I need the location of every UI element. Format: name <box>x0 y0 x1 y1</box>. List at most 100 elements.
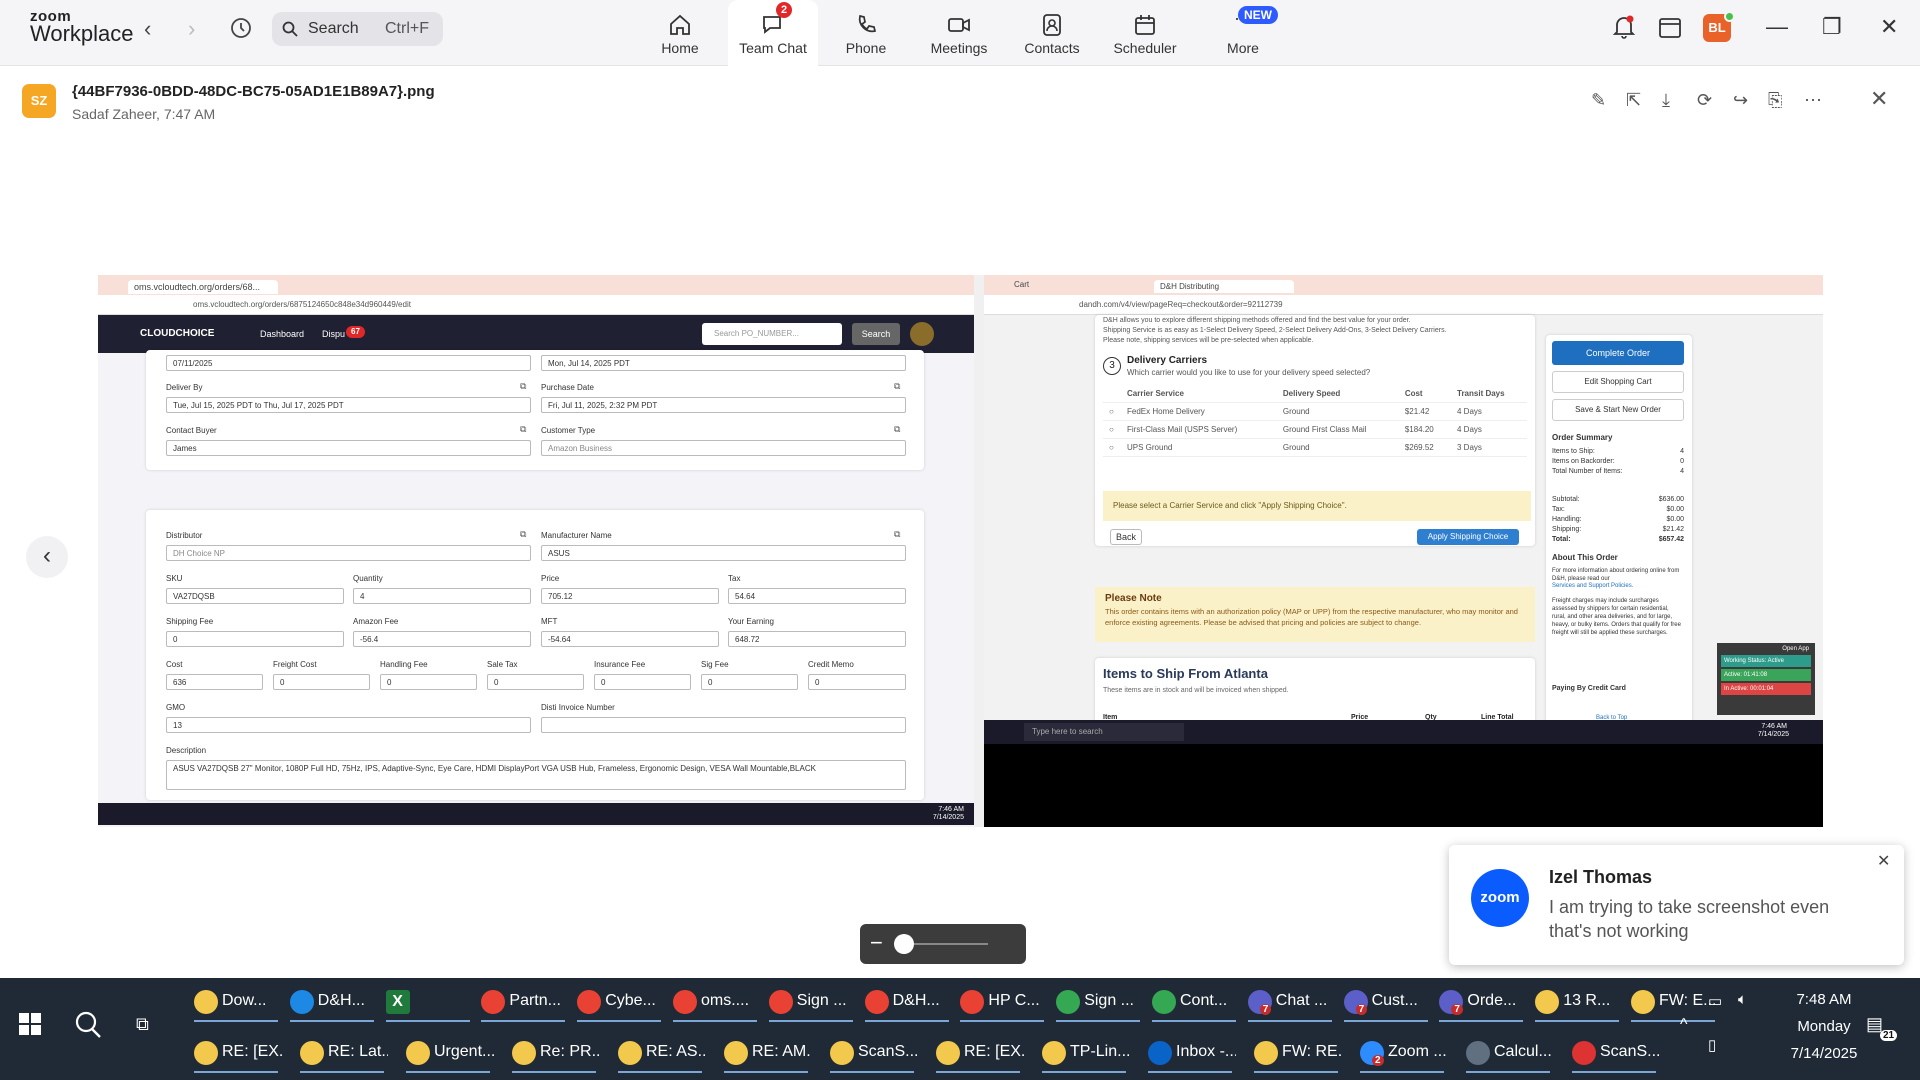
left-tab[interactable]: oms.vcloudtech.org/orders/68... <box>128 280 278 294</box>
chat-notification[interactable]: zoom Izel Thomas I am trying to take scr… <box>1449 845 1904 965</box>
taskbar-app-row2-9[interactable]: Inbox -... <box>1144 1029 1236 1075</box>
right-url[interactable]: dandh.com/v4/view/pageReq=checkout&order… <box>1079 300 1283 309</box>
taskbar-app-row2-6[interactable]: ScanS... <box>826 1029 918 1075</box>
calendar-small-icon[interactable] <box>1658 15 1682 44</box>
contact-buyer-field[interactable]: James <box>166 440 531 456</box>
price-field[interactable]: 705.12 <box>541 588 719 604</box>
edit-cart-button[interactable]: Edit Shopping Cart <box>1552 371 1684 393</box>
carrier-row[interactable]: ○ First-Class Mail (USPS Server) Ground … <box>1103 420 1527 439</box>
taskbar-app-row2-3[interactable]: Re: PR... <box>508 1029 600 1075</box>
edit-icon[interactable]: ✎ <box>1591 90 1606 111</box>
taskbar-app-row2-13[interactable]: ScanS... <box>1568 1029 1660 1075</box>
share-icon[interactable]: ⟳ <box>1697 90 1712 111</box>
save-start-button[interactable]: Save & Start New Order <box>1552 399 1684 421</box>
download-icon[interactable]: ⤓ <box>1662 90 1670 111</box>
nav-team-chat[interactable]: 2 Team Chat <box>728 0 818 66</box>
menu-dashboard[interactable]: Dashboard <box>260 329 304 339</box>
carrier-radio[interactable]: ○ <box>1103 438 1121 457</box>
services-policies-link[interactable]: Services and Support Policies. <box>1552 583 1684 589</box>
windows-start-icon[interactable] <box>18 1012 42 1041</box>
po-search-button[interactable]: Search <box>852 323 900 345</box>
taskbar-app-row2-8[interactable]: TP-Lin... <box>1038 1029 1130 1075</box>
taskbar-app-row1-14[interactable]: 13 R... <box>1531 978 1623 1024</box>
carrier-row[interactable]: ○ UPS Ground Ground $269.52 3 Days <box>1103 438 1527 457</box>
taskbar-app-row1-4[interactable]: Cybe... <box>573 978 665 1024</box>
minimize-icon[interactable]: — <box>1766 14 1788 40</box>
clock-time[interactable]: 7:48 AM <box>1774 991 1874 1008</box>
open-app-label[interactable]: Open App <box>1717 643 1815 655</box>
freight-field[interactable]: 0 <box>273 674 370 690</box>
deliver-by-field[interactable]: Tue, Jul 15, 2025 PDT to Thu, Jul 17, 20… <box>166 397 531 413</box>
windows-search[interactable]: Type here to search <box>1024 723 1184 741</box>
nav-meetings[interactable]: Meetings <box>914 0 1004 66</box>
back-button[interactable]: Back <box>1110 529 1142 545</box>
taskbar-app-row1-15[interactable]: FW: E... <box>1627 978 1719 1024</box>
sig-fee-field[interactable]: 0 <box>701 674 798 690</box>
copy-icon[interactable]: ⧉ <box>894 381 900 392</box>
taskbar-app-row1-1[interactable]: D&H... <box>286 978 378 1024</box>
complete-order-button[interactable]: Complete Order <box>1552 341 1684 365</box>
gmo-field[interactable]: 13 <box>166 717 531 733</box>
more-options-icon[interactable]: ⋯ <box>1804 90 1822 111</box>
dh-tab[interactable]: D&H Distributing <box>1154 280 1294 293</box>
taskbar-app-row2-12[interactable]: Calcul... <box>1462 1029 1554 1075</box>
close-viewer-icon[interactable]: ✕ <box>1870 86 1888 112</box>
close-notification-icon[interactable]: ✕ <box>1877 851 1890 871</box>
back-arrow-icon[interactable]: ‹ <box>144 16 151 42</box>
earning-field[interactable]: 648.72 <box>728 631 906 647</box>
zoom-out-icon[interactable]: − <box>870 930 883 956</box>
clock-date[interactable]: 7/14/2025 <box>1774 1045 1874 1062</box>
left-url[interactable]: oms.vcloudtech.org/orders/6875124650c848… <box>193 300 411 309</box>
history-icon[interactable] <box>229 16 253 45</box>
copy-icon[interactable]: ⧉ <box>520 424 526 435</box>
taskbar-search-icon[interactable] <box>74 1010 102 1043</box>
task-view-icon[interactable]: ⧉ <box>136 1014 149 1035</box>
nav-phone[interactable]: Phone <box>821 0 911 66</box>
po-search-input[interactable]: Search PO_NUMBER... <box>702 323 842 345</box>
clock-day[interactable]: Monday <box>1774 1018 1874 1035</box>
search-input[interactable]: Search Ctrl+F <box>272 12 443 46</box>
carrier-radio[interactable]: ○ <box>1103 402 1121 421</box>
taskbar-app-row2-4[interactable]: RE: AS... <box>614 1029 706 1075</box>
restore-icon[interactable]: ❐ <box>1822 14 1842 40</box>
distributor-select[interactable]: DH Choice NP <box>166 545 531 561</box>
taskbar-app-row1-3[interactable]: Partn... <box>477 978 569 1024</box>
credit-memo-field[interactable]: 0 <box>808 674 906 690</box>
carrier-row[interactable]: ○ FedEx Home Delivery Ground $21.42 4 Da… <box>1103 402 1527 421</box>
copy-icon[interactable]: ⧉ <box>520 381 526 392</box>
network-icon[interactable]: ▯ <box>1708 1036 1716 1054</box>
taskbar-app-row1-5[interactable]: oms.... <box>669 978 761 1024</box>
taskbar-app-row1-12[interactable]: 7 Cust... <box>1340 978 1432 1024</box>
battery-icon[interactable]: ▭ <box>1708 992 1722 1010</box>
taskbar-app-row1-2[interactable]: X <box>382 978 474 1024</box>
apply-shipping-button[interactable]: Apply Shipping Choice <box>1417 529 1519 545</box>
taskbar-app-row1-10[interactable]: Cont... <box>1148 978 1240 1024</box>
date-field-2[interactable]: Mon, Jul 14, 2025 PDT <box>541 355 906 371</box>
taskbar-app-row2-2[interactable]: Urgent... <box>402 1029 494 1075</box>
amazon-fee-field[interactable]: -56.4 <box>353 631 531 647</box>
nav-home[interactable]: Home <box>635 0 725 66</box>
handling-field[interactable]: 0 <box>380 674 477 690</box>
customer-type-select[interactable]: Amazon Business <box>541 440 906 456</box>
taskbar-app-row1-7[interactable]: D&H... <box>861 978 953 1024</box>
taskbar-app-row2-7[interactable]: RE: [EX... <box>932 1029 1024 1075</box>
cart-tab[interactable]: Cart <box>1014 280 1029 289</box>
open-external-icon[interactable]: ⇱ <box>1626 90 1641 111</box>
cost-field[interactable]: 636 <box>166 674 263 690</box>
taskbar-app-row2-10[interactable]: FW: RE... <box>1250 1029 1342 1075</box>
mft-field[interactable]: -54.64 <box>541 631 719 647</box>
taskbar-app-row1-0[interactable]: Dow... <box>190 978 282 1024</box>
forward-arrow-icon[interactable]: › <box>188 16 195 42</box>
taskbar-app-row1-8[interactable]: HP C... <box>956 978 1048 1024</box>
insurance-field[interactable]: 0 <box>594 674 691 690</box>
prev-image-button[interactable]: ‹ <box>26 536 68 578</box>
tax-field[interactable]: 54.64 <box>728 588 906 604</box>
sku-field[interactable]: VA27DQSB <box>166 588 344 604</box>
copy-icon[interactable]: ⧉ <box>894 529 900 540</box>
profile-icon[interactable] <box>910 322 934 346</box>
taskbar-app-row1-13[interactable]: 7 Orde... <box>1435 978 1527 1024</box>
copy-icon[interactable]: ⧉ <box>520 529 526 540</box>
zoom-in-icon[interactable]: + <box>1042 929 1055 955</box>
manufacturer-field[interactable]: ASUS <box>541 545 906 561</box>
taskbar-app-row2-0[interactable]: RE: [EX... <box>190 1029 282 1075</box>
